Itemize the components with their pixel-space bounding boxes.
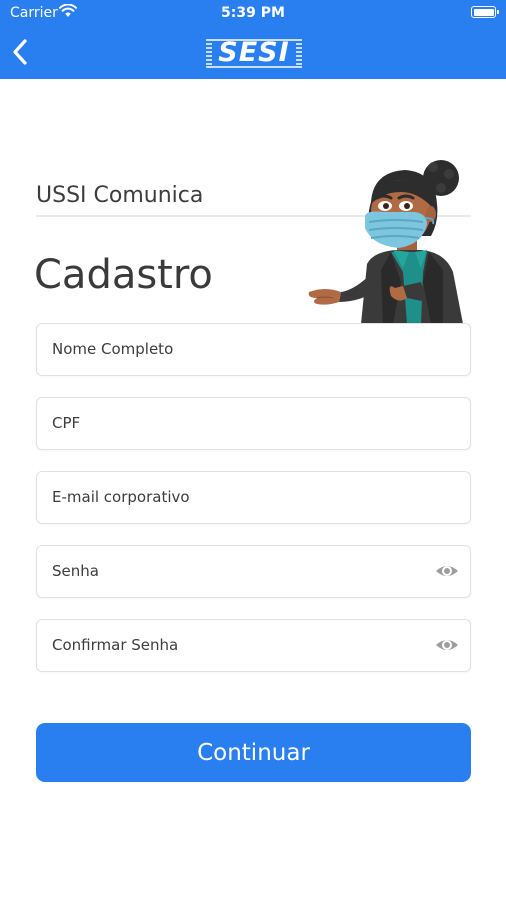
confirm-password-field[interactable] <box>36 619 471 672</box>
password-field[interactable] <box>36 545 471 598</box>
continue-button[interactable]: Continuar <box>36 723 471 782</box>
confirm-password-input[interactable] <box>52 620 432 670</box>
logo-text: SESI <box>218 37 290 68</box>
email-input[interactable] <box>52 472 432 522</box>
status-bar: Carrier 5:39 PM <box>0 0 506 26</box>
chevron-left-icon <box>13 39 27 65</box>
status-time: 5:39 PM <box>221 5 285 21</box>
eye-icon[interactable] <box>434 560 460 582</box>
full-name-input[interactable] <box>52 324 432 374</box>
full-name-field[interactable] <box>36 323 471 376</box>
cpf-input[interactable] <box>52 398 432 448</box>
app-header: Carrier 5:39 PM SESI <box>0 0 506 79</box>
app-name: USSI Comunica <box>36 183 204 208</box>
cpf-field[interactable] <box>36 397 471 450</box>
battery-icon <box>471 6 499 18</box>
page-title: Cadastro <box>34 252 213 298</box>
eye-icon[interactable] <box>434 634 460 656</box>
woman-with-mask-illustration <box>308 160 463 324</box>
back-button[interactable] <box>8 36 34 68</box>
email-field[interactable] <box>36 471 471 524</box>
password-input[interactable] <box>52 546 432 596</box>
sesi-logo: SESI <box>204 37 304 69</box>
